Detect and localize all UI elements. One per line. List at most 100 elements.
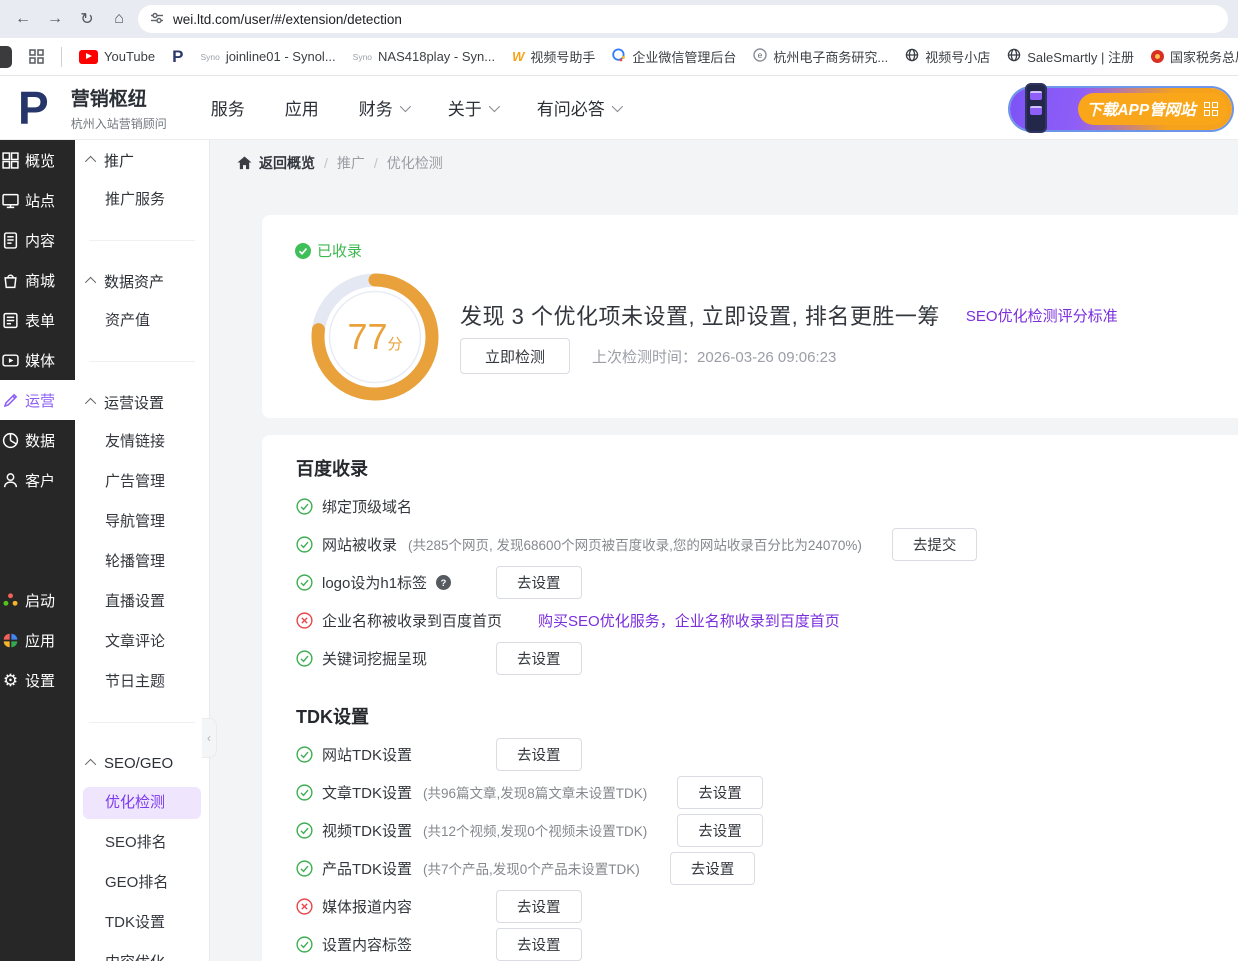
sidebar-item-overview[interactable]: 概览 (0, 140, 75, 180)
chevron-down-icon (399, 100, 410, 111)
qr-code-icon (1204, 102, 1219, 117)
submenu-divider (89, 722, 195, 723)
back-icon[interactable]: ← (10, 6, 36, 32)
group-operations-settings[interactable]: 运营设置 (75, 382, 209, 422)
setup-button[interactable]: 去设置 (677, 814, 763, 847)
bookmark-channels-shop[interactable]: 视频号小店 (905, 47, 990, 66)
submenu-item-friend-links[interactable]: 友情链接 (75, 422, 209, 462)
sidebar-item-launch[interactable]: 启动 (0, 580, 75, 620)
sidebar-item-content[interactable]: 内容 (0, 220, 75, 260)
forward-icon[interactable]: → (42, 6, 68, 32)
bookmark-nas418play[interactable]: Syno NAS418play - Syn... (353, 49, 495, 64)
submenu-item-seo-ranking[interactable]: SEO排名 (75, 823, 209, 863)
nav-services[interactable]: 服务 (211, 95, 245, 120)
setup-button[interactable]: 去设置 (496, 738, 582, 771)
detect-now-button[interactable]: 立即检测 (460, 338, 570, 374)
submenu-item-holiday-theme[interactable]: 节日主题 (75, 662, 209, 702)
submenu-item-article-comments[interactable]: 文章评论 (75, 622, 209, 662)
check-item-site-indexed: 网站被收录 (共285个网页, 发现68600个网页被百度收录,您的网站收录百分… (296, 525, 1238, 563)
sidebar-item-settings[interactable]: ⚙ 设置 (0, 660, 75, 700)
scoring-standard-link[interactable]: SEO优化检测评分标准 (966, 305, 1118, 326)
nav-apps[interactable]: 应用 (285, 95, 319, 120)
bookmark-channels-assistant[interactable]: W 视频号助手 (512, 47, 595, 66)
check-pass-icon (296, 784, 313, 801)
group-seo-geo[interactable]: SEO/GEO (75, 743, 209, 783)
e-circle-icon: e (753, 48, 767, 65)
pinned-favicon[interactable] (0, 46, 12, 68)
submenu-item-geo-ranking[interactable]: GEO排名 (75, 863, 209, 903)
wechat-channels-icon: W (512, 49, 524, 64)
submenu-item-tdk-settings[interactable]: TDK设置 (75, 903, 209, 943)
setup-button[interactable]: 去设置 (496, 642, 582, 675)
submit-button[interactable]: 去提交 (892, 528, 978, 561)
help-icon[interactable]: ? (436, 575, 451, 590)
submenu-item-carousel-management[interactable]: 轮播管理 (75, 542, 209, 582)
bookmark-hz-ecommerce[interactable]: e 杭州电子商务研究... (753, 47, 888, 66)
chevron-down-icon (488, 100, 499, 111)
setup-button[interactable]: 去设置 (496, 566, 582, 599)
submenu-item-nav-management[interactable]: 导航管理 (75, 502, 209, 542)
check-fail-icon (296, 898, 313, 915)
youtube-icon (79, 50, 98, 64)
check-item-site-tdk: 网站TDK设置 去设置 (296, 735, 1238, 773)
reload-icon[interactable]: ↻ (74, 6, 100, 32)
sidebar-item-data[interactable]: 数据 (0, 420, 75, 460)
group-data-assets[interactable]: 数据资产 (75, 261, 209, 301)
bookmark-salesmartly[interactable]: SaleSmartly | 注册 (1007, 47, 1134, 66)
last-check-time: 上次检测时间：2026-03-26 09:06:23 (592, 346, 836, 367)
chevron-down-icon (611, 100, 622, 111)
submenu-item-asset-value[interactable]: 资产值 (75, 301, 209, 341)
download-app-button[interactable]: 下载APP管网站 (1010, 88, 1232, 130)
sidebar-collapse-handle[interactable]: ‹ (202, 718, 217, 758)
setup-button[interactable]: 去设置 (496, 928, 582, 961)
check-pass-icon (296, 860, 313, 877)
sidebar-item-apps[interactable]: 应用 (0, 620, 75, 660)
check-pass-icon (296, 498, 313, 515)
checklist-card: 百度收录 绑定顶级域名 网站被收录 (共285个网页, 发现68600个网页被百… (262, 435, 1238, 961)
sidebar-item-form[interactable]: 表单 (0, 300, 75, 340)
bookmark-tax-bureau[interactable]: 国家税务总局浙江 (1151, 47, 1238, 66)
setup-button[interactable]: 去设置 (677, 776, 763, 809)
sidebar-item-site[interactable]: 站点 (0, 180, 75, 220)
sidebar-item-operations[interactable]: 运营 (0, 380, 75, 420)
syno-favicon: Syno (353, 52, 372, 62)
submenu-item-optimization-detection[interactable]: 优化检测 (83, 787, 201, 819)
primary-sidebar: 概览 站点 内容 商城 表单 媒体 运营 数据 客户 启动 (0, 140, 75, 961)
breadcrumb-detection[interactable]: 优化检测 (387, 153, 443, 173)
download-app-label-pill[interactable]: 下载APP管网站 (1078, 93, 1227, 125)
bookmark-youtube[interactable]: YouTube (79, 49, 155, 64)
bookmarks-bar: YouTube P Syno joinline01 - Synol... Syn… (0, 38, 1238, 76)
sidebar-item-mall[interactable]: 商城 (0, 260, 75, 300)
url-bar[interactable]: wei.ltd.com/user/#/extension/detection (138, 5, 1228, 33)
check-pass-icon (296, 650, 313, 667)
sidebar-item-customers[interactable]: 客户 (0, 460, 75, 500)
apps-grid-icon[interactable] (29, 49, 44, 64)
bookmark-joinline01[interactable]: Syno joinline01 - Synol... (200, 49, 335, 64)
check-item-company-name-indexed: 企业名称被收录到百度首页 购买SEO优化服务，企业名称收录到百度首页 (296, 601, 1238, 639)
site-settings-icon[interactable] (150, 11, 164, 28)
submenu-item-promotion-services[interactable]: 推广服务 (75, 180, 209, 220)
home-icon[interactable]: ⌂ (106, 6, 132, 32)
nav-about[interactable]: 关于 (448, 95, 497, 120)
breadcrumb-home[interactable]: 返回概览 (237, 153, 315, 173)
nav-finance[interactable]: 财务 (359, 95, 408, 120)
main-content: 返回概览 / 推广 / 优化检测 已收录 77 分 (210, 140, 1238, 961)
setup-button[interactable]: 去设置 (670, 852, 756, 885)
check-item-video-tdk: 视频TDK设置 (共12个视频,发现0个视频未设置TDK) 去设置 (296, 811, 1238, 849)
bookmark-p[interactable]: P (172, 47, 183, 67)
setup-button[interactable]: 去设置 (496, 890, 582, 923)
app-header: P 营销枢纽 杭州入站营销顾问 服务 应用 财务 关于 有问必答 下载APP管网… (0, 76, 1238, 140)
bookmark-wecom-admin[interactable]: 企业微信管理后台 (612, 47, 736, 66)
brand-logo[interactable]: P (18, 78, 49, 138)
brand-block: 营销枢纽 杭州入站营销顾问 (71, 84, 167, 132)
group-promotion[interactable]: 推广 (75, 140, 209, 180)
buy-seo-service-link[interactable]: 购买SEO优化服务，企业名称收录到百度首页 (538, 610, 840, 631)
sidebar-item-media[interactable]: 媒体 (0, 340, 75, 380)
submenu-item-content-optimization[interactable]: 内容优化 (75, 943, 209, 961)
globe-icon (1007, 48, 1021, 65)
submenu-item-ad-management[interactable]: 广告管理 (75, 462, 209, 502)
submenu-item-live-settings[interactable]: 直播设置 (75, 582, 209, 622)
nav-faq[interactable]: 有问必答 (537, 95, 620, 120)
chevron-up-icon (85, 759, 96, 770)
breadcrumb-promotion[interactable]: 推广 (337, 153, 365, 173)
